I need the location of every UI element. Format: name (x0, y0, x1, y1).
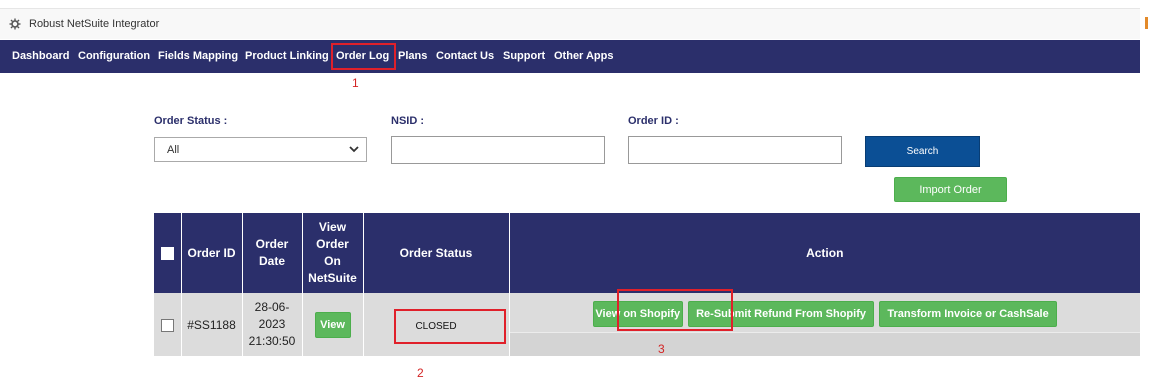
search-button[interactable]: Search (865, 136, 980, 167)
nav-support[interactable]: Support (503, 50, 545, 62)
highlight-box-1 (331, 43, 396, 70)
annotation-marker-2: 2 (417, 366, 424, 380)
action-row-band (509, 332, 1140, 356)
header-order-id: Order ID (181, 213, 243, 293)
action-cell: View on Shopify Re-Submit Refund From Sh… (509, 293, 1140, 356)
order-date-line1: 28-06- (254, 300, 290, 314)
header-view-line1: View (318, 220, 347, 234)
order-log-table: Order ID Order Date View Order On NetSui… (154, 213, 1140, 356)
edge-indicator (1145, 17, 1148, 29)
nsid-input[interactable] (391, 136, 605, 164)
row-select-cell (154, 293, 182, 356)
nav-other-apps[interactable]: Other Apps (554, 50, 614, 62)
header-order-date-line1: Order (255, 237, 289, 251)
annotation-marker-1: 1 (352, 76, 359, 90)
nav-plans[interactable]: Plans (398, 50, 427, 62)
header-order-date-line2: Date (258, 254, 285, 268)
header-view-on-netsuite: View Order On NetSuite (302, 213, 364, 293)
highlight-box-3 (617, 289, 733, 331)
order-status-label: Order Status : (154, 115, 228, 127)
order-status-select[interactable]: All (154, 137, 367, 162)
action-buttons: View on Shopify Re-Submit Refund From Sh… (510, 301, 1141, 327)
header-view-line2: Order (316, 237, 349, 251)
window-title: Robust NetSuite Integrator (29, 18, 160, 30)
header-view-line4: NetSuite (308, 271, 357, 285)
select-all-checkbox[interactable] (160, 246, 174, 260)
chevron-down-icon (348, 143, 360, 155)
order-id-cell: #SS1188 (181, 293, 243, 356)
order-id-input[interactable] (628, 136, 842, 164)
gear-icon (9, 18, 21, 30)
order-status-value: All (167, 144, 180, 156)
order-date-line2: 2023 (258, 317, 286, 331)
import-order-button[interactable]: Import Order (894, 177, 1007, 202)
nav-contact-us[interactable]: Contact Us (436, 50, 494, 62)
main-navbar: Dashboard Configuration Fields Mapping P… (0, 40, 1140, 73)
header-select-all (154, 213, 182, 293)
nsid-label: NSID : (391, 115, 424, 127)
order-id-label: Order ID : (628, 115, 679, 127)
table-header-row: Order ID Order Date View Order On NetSui… (154, 213, 1140, 293)
transform-invoice-button[interactable]: Transform Invoice or CashSale (879, 301, 1057, 327)
highlight-box-2 (394, 309, 506, 344)
header-order-status: Order Status (363, 213, 510, 293)
nav-product-linking[interactable]: Product Linking (245, 50, 329, 62)
header-view-line3: On (324, 254, 341, 268)
nav-configuration[interactable]: Configuration (78, 50, 150, 62)
order-date-cell: 28-06- 2023 21:30:50 (242, 293, 303, 356)
nav-dashboard[interactable]: Dashboard (12, 50, 69, 62)
window-titlebar: Robust NetSuite Integrator (0, 8, 1148, 39)
view-netsuite-button[interactable]: View (314, 311, 351, 338)
order-date-line3: 21:30:50 (248, 334, 296, 348)
header-action: Action (509, 213, 1140, 293)
view-netsuite-cell: View (302, 293, 364, 356)
annotation-marker-3: 3 (658, 342, 665, 356)
header-order-date: Order Date (242, 213, 303, 293)
row-checkbox[interactable] (160, 318, 174, 332)
nav-fields-mapping[interactable]: Fields Mapping (158, 50, 238, 62)
